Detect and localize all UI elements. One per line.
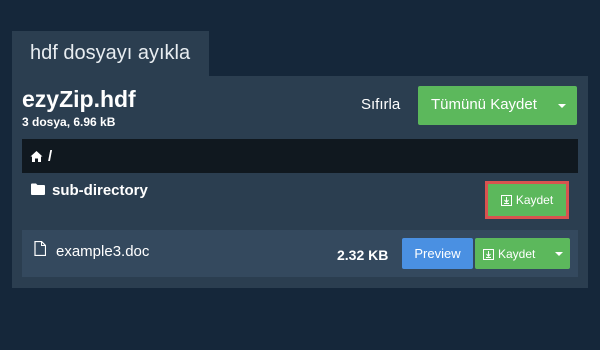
home-icon[interactable] xyxy=(30,150,43,163)
directory-save-button[interactable]: Kaydet xyxy=(490,186,564,214)
archive-name: ezyZip.hdf xyxy=(22,86,136,112)
breadcrumb-separator: / xyxy=(48,147,53,165)
save-all-label: Tümünü Kaydet xyxy=(431,96,537,113)
directory-save-label: Kaydet xyxy=(515,193,554,207)
file-size: 2.32 KB xyxy=(337,247,389,263)
document-icon xyxy=(34,241,46,256)
file-save-label: Kaydet xyxy=(498,247,536,261)
reset-button[interactable]: Sıfırla xyxy=(361,96,400,113)
page-tab: hdf dosyayı ayıkla xyxy=(12,31,209,76)
page-title: hdf dosyayı ayıkla xyxy=(30,42,191,64)
download-icon xyxy=(483,248,494,260)
archive-meta: 3 dosya, 6.96 kB xyxy=(22,115,116,129)
archive-panel: ezyZip.hdf 3 dosya, 6.96 kB Sıfırla Tümü… xyxy=(12,76,588,288)
chevron-down-icon[interactable] xyxy=(558,104,566,108)
preview-button[interactable]: Preview xyxy=(402,238,473,269)
list-item[interactable]: sub-directory Kaydet xyxy=(22,173,578,223)
list-item: example3.doc 2.32 KB Preview Kaydet xyxy=(22,230,578,277)
highlight-box: Kaydet xyxy=(485,181,569,219)
file-save-button[interactable]: Kaydet xyxy=(475,238,570,269)
chevron-down-icon[interactable] xyxy=(555,252,563,256)
save-all-button[interactable]: Tümünü Kaydet xyxy=(418,86,577,125)
directory-name[interactable]: sub-directory xyxy=(52,182,148,199)
breadcrumb: / xyxy=(22,139,578,173)
folder-icon xyxy=(31,183,45,195)
download-icon xyxy=(500,194,512,206)
file-name: example3.doc xyxy=(56,243,150,260)
